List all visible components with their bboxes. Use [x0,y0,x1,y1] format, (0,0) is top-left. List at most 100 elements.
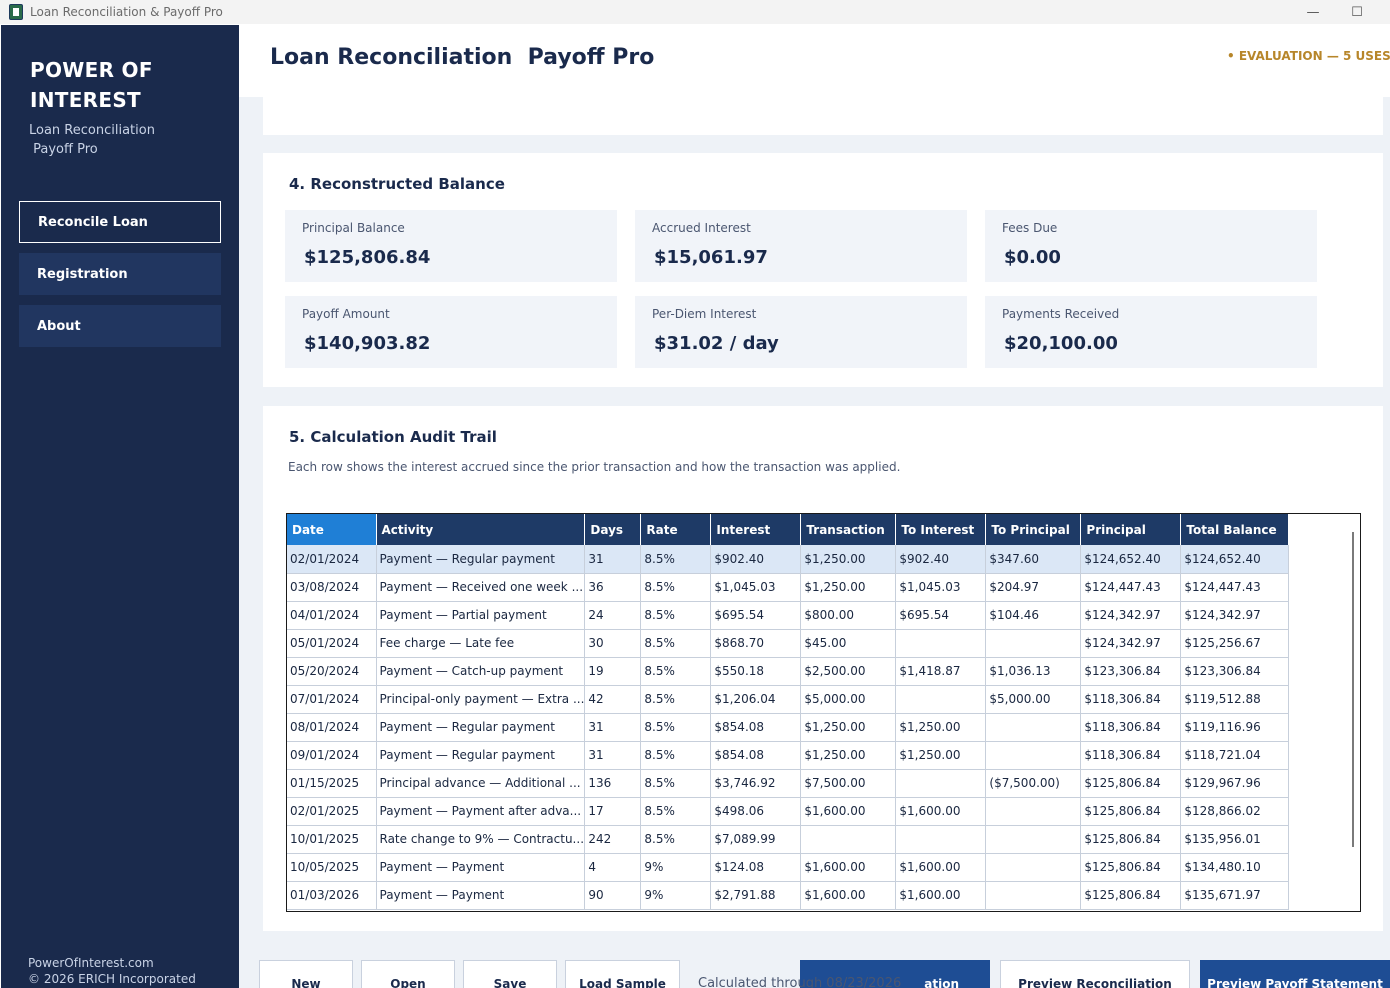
table-cell [895,825,987,854]
table-row[interactable]: 10/05/2025 Payment — Payment 4 9% $124.08 $1,… [287,853,1290,882]
table-cell: Principal-only payment — Extra ... [376,685,586,714]
table-cell: $1,250.00 [800,741,897,770]
metric-value: $140,903.82 [304,333,431,354]
table-cell: $868.70 [710,629,802,658]
table-cell: 8.5% [640,797,712,826]
load-sample-button[interactable]: Load Sample [565,960,680,988]
table-row[interactable]: 04/01/2024 Payment — Partial payment 24 8.5… [287,601,1290,630]
column-header[interactable]: Interest [710,514,802,545]
table-cell: $550.18 [710,657,802,686]
table-cell: 07/01/2024 [287,685,377,714]
sidebar-item-about[interactable]: About [19,305,221,347]
column-header[interactable]: Total Balance [1180,514,1290,545]
table-row[interactable]: 05/20/2024 Payment — Catch-up payment 19 8.… [287,657,1290,686]
metric-value: $15,061.97 [654,247,768,268]
table-cell: 36 [584,573,642,602]
maximize-icon[interactable]: ☐ [1334,0,1380,24]
table-cell [985,825,1082,854]
table-cell: $124,652.40 [1080,545,1182,574]
table-row[interactable]: 07/01/2024 Principal-only payment — Extra… [287,685,1290,714]
table-row[interactable]: 09/01/2024 Payment — Regular payment 31 8.5… [287,741,1290,770]
table-cell: 4 [584,853,642,882]
table-cell: $124,342.97 [1080,601,1182,630]
column-header[interactable]: Days [584,514,642,545]
metric-label: Accrued Interest [652,221,751,235]
table-cell: $104.46 [985,601,1082,630]
new-button[interactable]: New [259,960,353,988]
table-cell: $1,418.87 [895,657,987,686]
vertical-scrollbar[interactable] [1352,532,1354,847]
table-cell: $7,500.00 [800,769,897,798]
sidebar-item-reconcile-loan[interactable]: Reconcile Loan [19,201,221,243]
metric-per-diem-interest: Per-Diem Interest $31.02 / day [635,296,967,368]
table-cell: $1,600.00 [895,881,987,910]
table-cell: 242 [584,825,642,854]
table-row[interactable]: 10/01/2025 Rate change to 9% — Contractu.… [287,825,1290,854]
sidebar: POWER OF INTEREST Loan Reconciliation Pa… [1,25,239,988]
table-row[interactable]: 05/01/2024 Fee charge — Late fee 30 8.5% $86… [287,629,1290,658]
table-cell: $2,791.88 [710,881,802,910]
table-cell: $695.54 [710,601,802,630]
table-cell: 05/01/2024 [287,629,377,658]
table-cell: Payment — Catch-up payment [376,657,586,686]
sidebar-item-registration[interactable]: Registration [19,253,221,295]
minimize-icon[interactable]: — [1290,0,1336,24]
table-cell: $119,512.88 [1180,685,1290,714]
table-cell: $135,671.97 [1180,881,1290,910]
sidebar-item-label: About [37,318,81,334]
table-cell: 03/08/2024 [287,573,377,602]
table-cell [895,769,987,798]
column-header[interactable]: Activity [376,514,586,545]
table-cell: 136 [584,769,642,798]
table-cell: $45.00 [800,629,897,658]
column-header[interactable]: Transaction [800,514,897,545]
table-cell: 02/01/2025 [287,797,377,826]
table-cell: $854.08 [710,713,802,742]
table-cell [985,629,1082,658]
table-cell: $129,967.96 [1180,769,1290,798]
table-cell: $125,806.84 [1080,825,1182,854]
table-row[interactable]: 03/08/2024 Payment — Received one week ..… [287,573,1290,602]
table-cell: Payment — Regular payment [376,545,586,574]
footer-copyright: © 2026 ERICH Incorporated [28,972,196,986]
table-cell [985,713,1082,742]
table-cell: 8.5% [640,769,712,798]
brand-logo-text: POWER OF INTEREST [30,55,180,115]
column-header[interactable]: Rate [640,514,712,545]
table-cell: 8.5% [640,601,712,630]
column-header[interactable]: To Principal [985,514,1082,545]
table-cell: $118,721.04 [1180,741,1290,770]
table-cell: $347.60 [985,545,1082,574]
table-cell [985,741,1082,770]
preview-payoff-statement-button[interactable]: Preview Payoff Statement [1200,960,1390,988]
table-cell: 19 [584,657,642,686]
save-button[interactable]: Save [463,960,557,988]
table-row[interactable]: 01/03/2026 Payment — Payment 90 9% $2,791.88… [287,881,1290,910]
metric-label: Principal Balance [302,221,405,235]
table-cell: 17 [584,797,642,826]
table-cell: $123,306.84 [1180,657,1290,686]
audit-grid[interactable]: Date Activity Days Rate Interest Transaction T… [286,513,1361,912]
table-row[interactable]: 08/01/2024 Payment — Regular payment 31 8.5… [287,713,1290,742]
sidebar-footer: PowerOfInterest.com © 2026 ERICH Incorpo… [28,955,196,987]
table-cell: Principal advance — Additional ... [376,769,586,798]
open-button[interactable]: Open [361,960,455,988]
table-row[interactable]: 01/15/2025 Principal advance — Additional… [287,769,1290,798]
table-cell: 8.5% [640,825,712,854]
footer-site: PowerOfInterest.com [28,956,154,970]
audit-note: Each row shows the interest accrued sinc… [288,460,901,474]
table-cell: $124,342.97 [1080,629,1182,658]
table-cell: $124,342.97 [1180,601,1290,630]
table-cell: 8.5% [640,713,712,742]
sidebar-item-label: Reconcile Loan [38,214,148,230]
column-header[interactable]: To Interest [895,514,987,545]
column-header[interactable]: Principal [1080,514,1182,545]
section-heading: 4. Reconstructed Balance [289,175,505,193]
table-cell: $3,746.92 [710,769,802,798]
table-cell: $5,000.00 [985,685,1082,714]
table-cell: $1,250.00 [895,741,987,770]
table-row[interactable]: 02/01/2024 Payment — Regular payment 31 8.5… [287,545,1290,574]
preview-reconciliation-button[interactable]: Preview Reconciliation [1000,960,1190,988]
column-header[interactable]: Date [287,514,377,545]
table-row[interactable]: 02/01/2025 Payment — Payment after adva..… [287,797,1290,826]
